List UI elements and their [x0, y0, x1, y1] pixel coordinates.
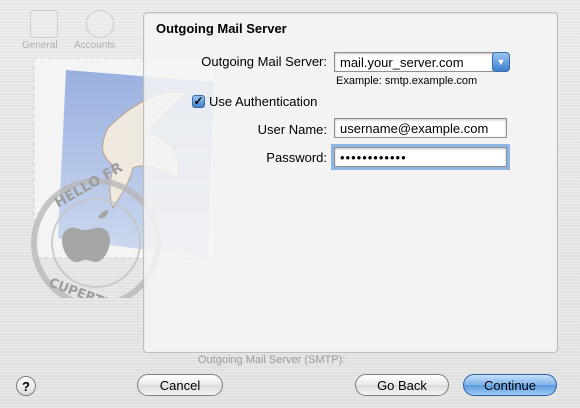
server-label: Outgoing Mail Server: [201, 54, 327, 69]
toolbar-label-accounts: Accounts [74, 40, 116, 51]
server-example-hint: Example: smtp.example.com [336, 75, 478, 87]
background-footer-text: Outgoing Mail Server (SMTP): [198, 354, 346, 366]
use-authentication-checkbox[interactable]: ✓ [192, 95, 205, 108]
checkmark-icon: ✓ [193, 94, 204, 108]
toolbar-label-general: General [22, 40, 58, 51]
general-icon [30, 10, 58, 38]
username-label: User Name: [257, 122, 327, 137]
panel-title: Outgoing Mail Server [156, 21, 287, 36]
help-button[interactable]: ? [16, 376, 36, 396]
cancel-button[interactable]: Cancel [137, 374, 223, 396]
chevron-down-icon: ▼ [496, 57, 506, 67]
password-label: Password: [266, 150, 327, 165]
use-authentication-label[interactable]: Use Authentication [209, 94, 317, 109]
server-dropdown-button[interactable]: ▼ [492, 52, 510, 72]
continue-button[interactable]: Continue [463, 374, 557, 396]
accounts-icon [86, 10, 114, 38]
username-field[interactable]: username@example.com [334, 118, 507, 138]
go-back-button[interactable]: Go Back [355, 374, 449, 396]
outgoing-server-field[interactable]: mail.your_server.com [334, 52, 494, 72]
settings-panel: Outgoing Mail Server Outgoing Mail Serve… [143, 12, 558, 353]
password-field[interactable]: •••••••••••• [331, 144, 510, 170]
